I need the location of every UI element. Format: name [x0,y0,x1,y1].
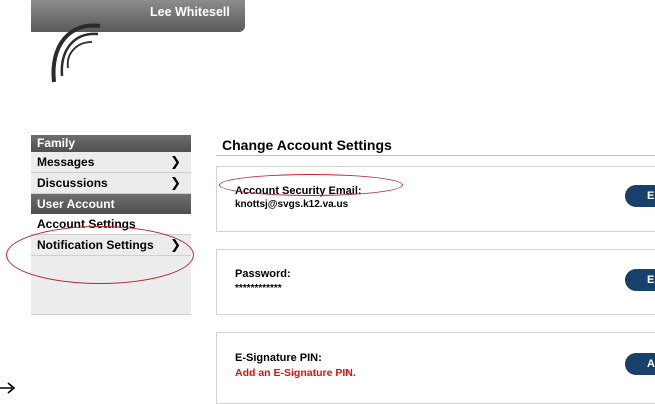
esignature-settings-card: E-Signature PIN: Add an E-Signature PIN.… [216,332,655,404]
password-settings-card: Password: ************ E [216,249,655,315]
annotation-ellipse-email [219,174,403,196]
sidebar-item-label: Discussions [37,176,108,190]
chevron-right-icon: ❯ [170,175,181,190]
logo-swirl-icon [51,23,101,83]
email-value: knottsj@svgs.k12.va.us [235,199,349,210]
sidebar-item-messages[interactable]: Messages ❯ [31,152,191,173]
sidebar-item-label: Messages [37,155,95,169]
user-name[interactable]: Lee Whitesell [150,5,230,19]
edit-email-button[interactable]: E [625,185,655,207]
sidebar-heading-user-account: User Account [31,194,191,214]
edit-password-button[interactable]: E [625,269,655,291]
chevron-right-icon: ❯ [170,154,181,169]
sidebar: Family Messages ❯ Discussions ❯ User Acc… [31,135,191,315]
sidebar-item-discussions[interactable]: Discussions ❯ [31,173,191,194]
arrow-icon [0,382,16,394]
page-title: Change Account Settings [222,137,392,153]
divider [216,155,655,156]
add-esignature-button[interactable]: A [625,353,655,375]
esignature-warning: Add an E-Signature PIN. [235,367,356,379]
annotation-ellipse-sidebar [6,226,194,284]
esignature-label: E-Signature PIN: [235,352,322,364]
password-label: Password: [235,268,291,280]
sidebar-heading-family: Family [31,135,191,152]
password-value: ************ [235,283,282,294]
